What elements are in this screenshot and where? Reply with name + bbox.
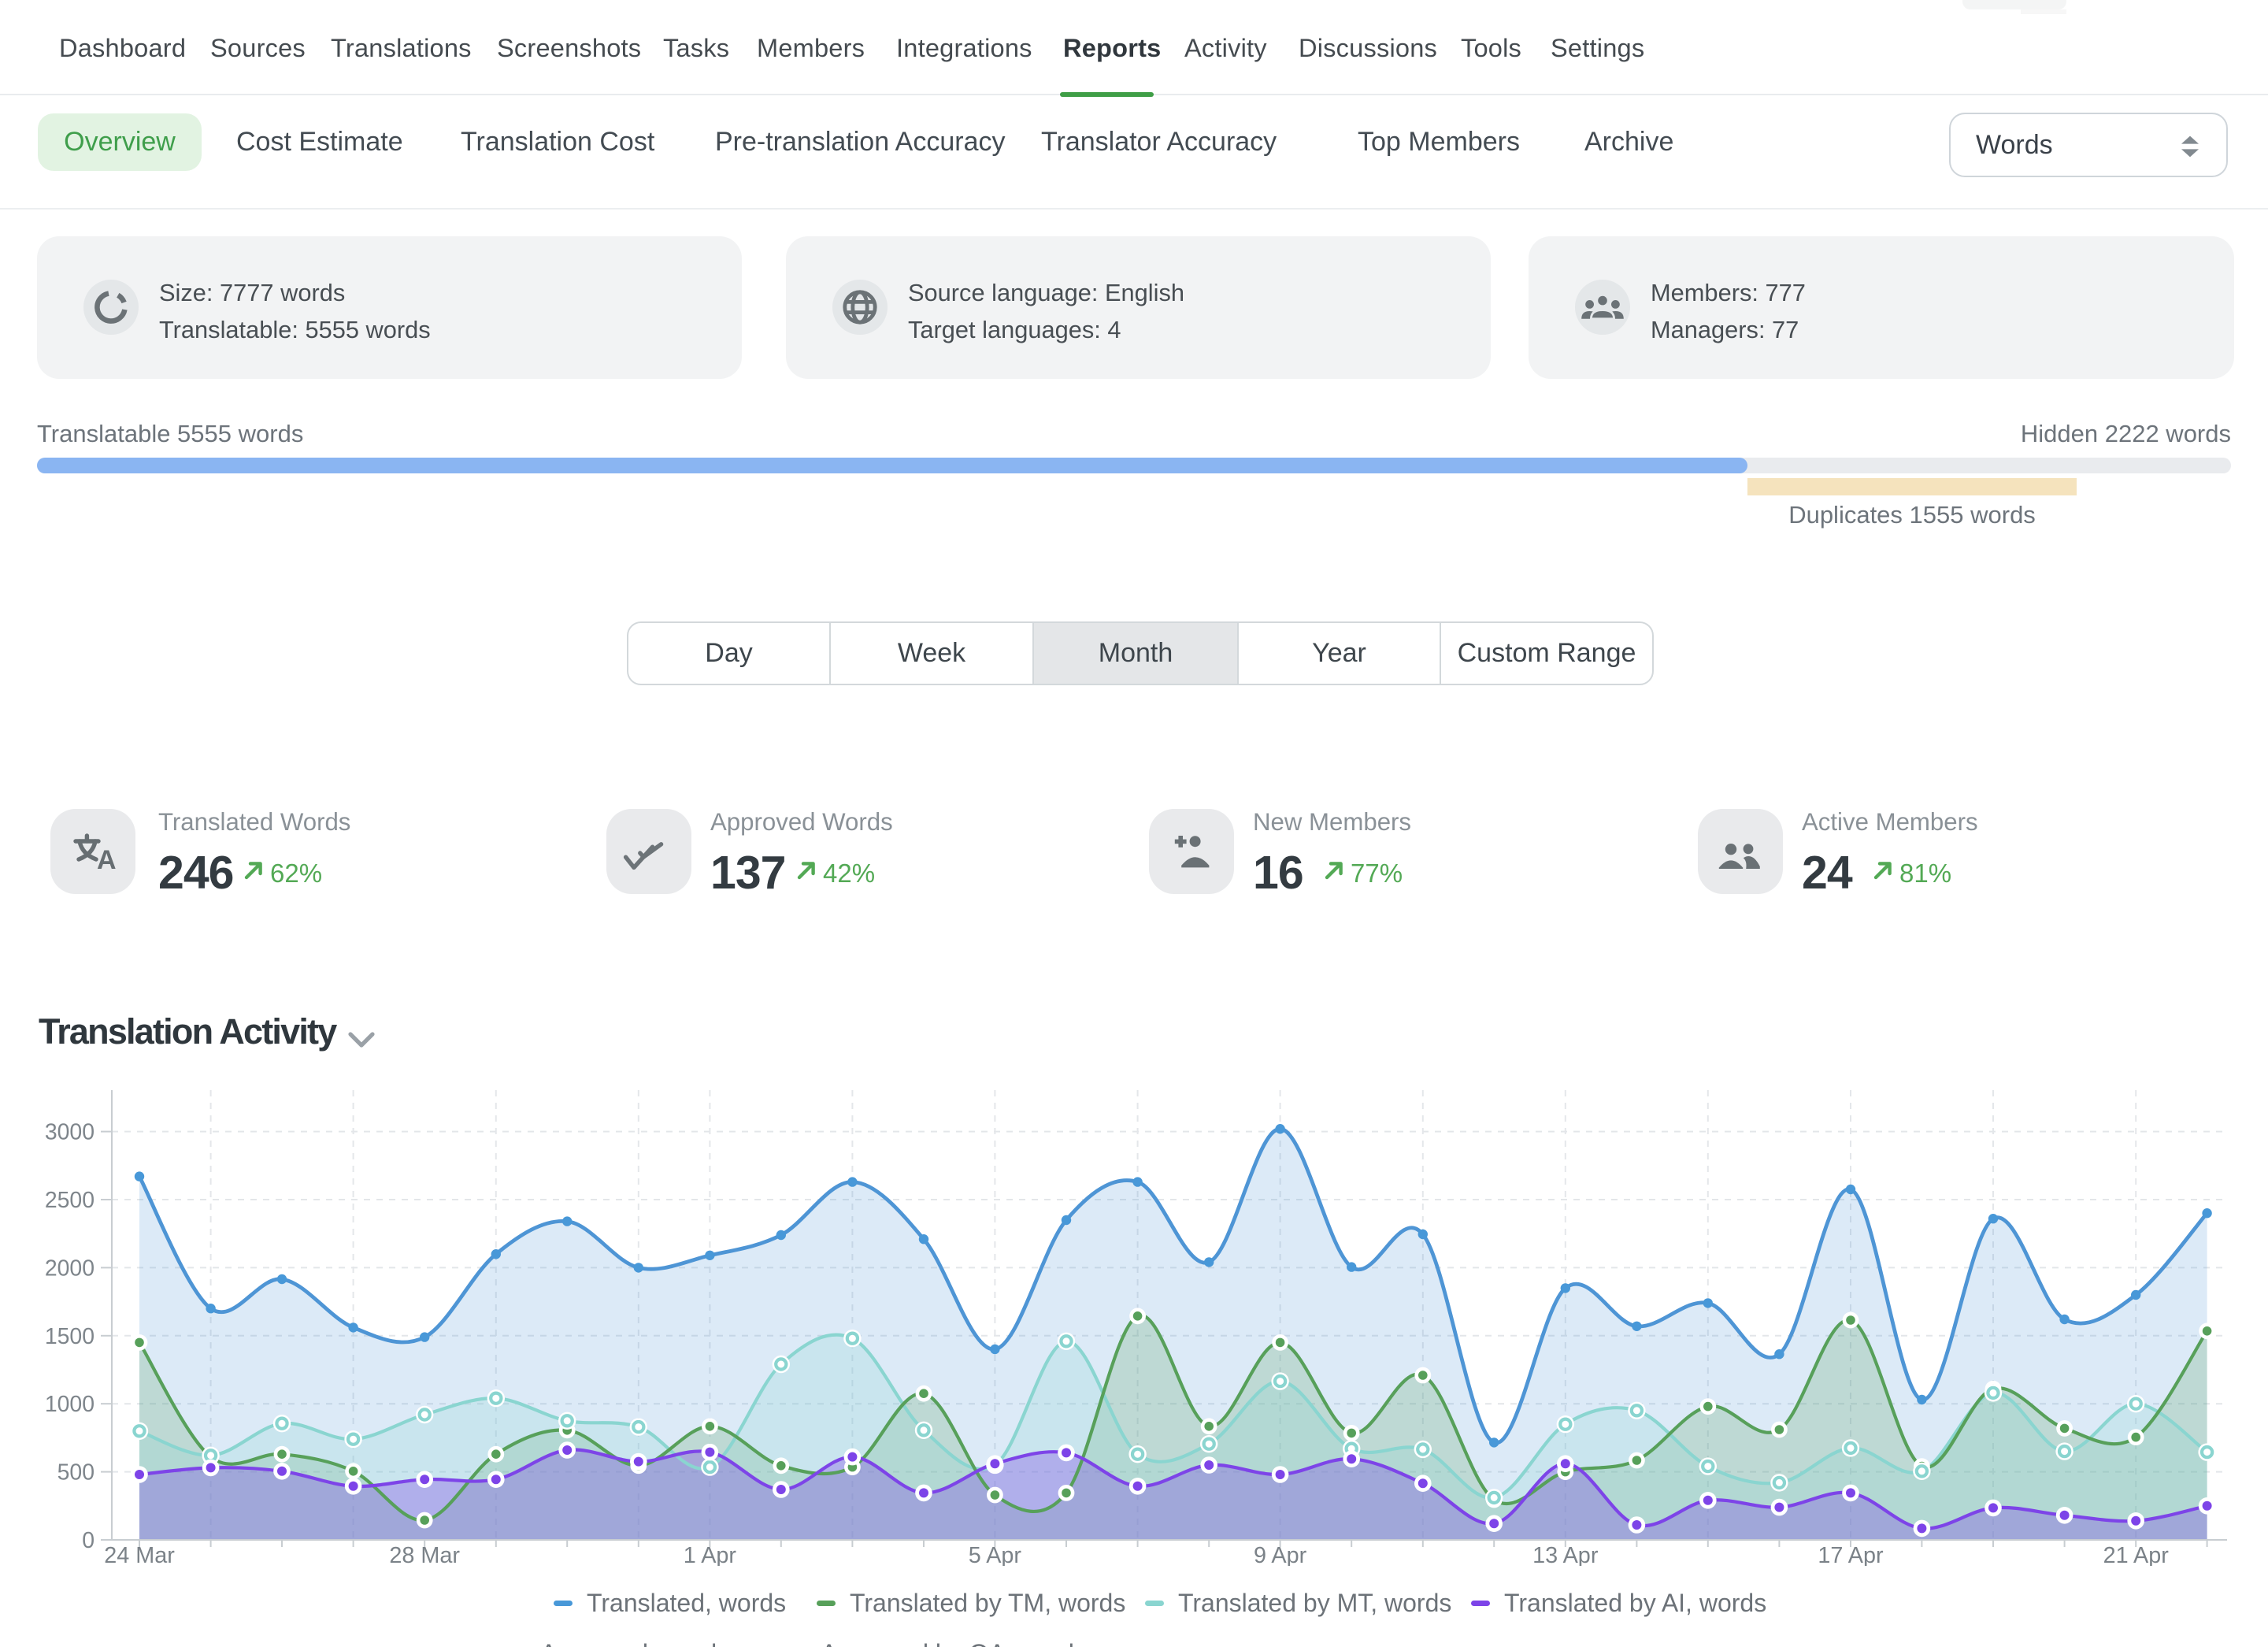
svg-text:21 Apr: 21 Apr [2103,1543,2170,1566]
svg-text:1 Apr: 1 Apr [684,1543,737,1566]
svg-text:2000: 2000 [45,1256,94,1281]
svg-text:2500: 2500 [45,1188,94,1213]
svg-text:13 Apr: 13 Apr [1532,1543,1599,1566]
svg-text:500: 500 [57,1460,94,1486]
svg-text:1000: 1000 [45,1392,94,1417]
svg-text:0: 0 [82,1528,94,1553]
svg-text:9 Apr: 9 Apr [1254,1543,1307,1566]
svg-text:28 Mar: 28 Mar [389,1543,460,1566]
svg-text:17 Apr: 17 Apr [1818,1543,1884,1566]
svg-text:5 Apr: 5 Apr [969,1543,1022,1566]
svg-text:1500: 1500 [45,1324,94,1349]
svg-text:24 Mar: 24 Mar [104,1543,175,1566]
svg-text:3000: 3000 [45,1120,94,1145]
svg-text:A: A [97,845,117,875]
